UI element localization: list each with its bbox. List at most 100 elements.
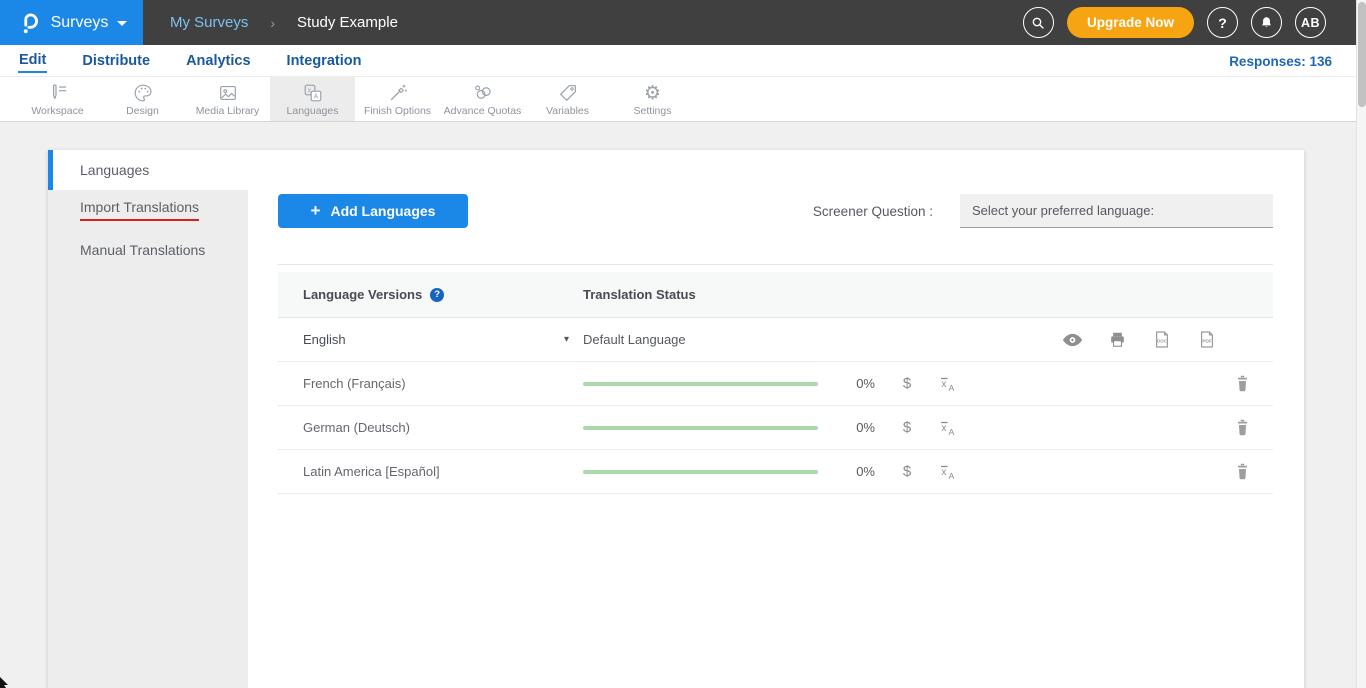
sidebar-item-label: Languages [80,162,149,178]
toolbar-item-settings[interactable]: ⚙ Settings [610,77,695,121]
user-avatar[interactable]: AB [1295,7,1326,38]
table-row-language: Latin America [Español] 0% $ x A [278,450,1273,494]
workspace-icon [46,82,70,104]
question-mark-icon: ? [1218,15,1227,31]
svg-text:DOC: DOC [1157,338,1168,343]
auto-translate-icon[interactable]: x A [937,373,959,395]
help-button[interactable]: ? [1207,7,1238,38]
export-doc-icon[interactable]: DOC [1152,329,1172,350]
table-row-language: German (Deutsch) 0% $ x A [278,406,1273,450]
toolbar-label: Variables [546,105,589,117]
product-switcher[interactable]: Surveys [0,0,143,45]
translation-status-header: Translation Status [583,287,696,302]
toolbar-label: Advance Quotas [444,105,522,117]
tab-distribute[interactable]: Distribute [81,49,151,72]
settings-icon: ⚙ [644,82,661,104]
export-pdf-icon[interactable]: PDF [1197,329,1217,350]
content-area: Languages Import Translations Manual Tra… [0,122,1366,688]
toolbar-label: Languages [287,105,339,117]
language-versions-header: Language Versions ? [278,287,583,302]
topbar-actions: Upgrade Now ? AB [1023,7,1366,38]
toolbar-item-advance-quotas[interactable]: Advance Quotas [440,77,525,121]
screener-question-select[interactable]: Select your preferred language: [960,194,1273,228]
design-icon [131,82,155,104]
chevron-down-icon [117,21,127,26]
sidebar-item-label: Import Translations [80,199,199,221]
breadcrumb-separator-icon: › [270,15,275,31]
card-main: + Add Languages Screener Question : Sele… [248,150,1304,494]
paid-translation-icon[interactable]: $ [897,419,917,436]
toolbar-item-media-library[interactable]: Media Library [185,77,270,121]
responses-count-link[interactable]: Responses: 136 [1229,45,1332,77]
product-label: Surveys [51,14,109,32]
languages-icon: x A [301,82,325,104]
screener-question-value: Select your preferred language: [972,203,1154,218]
default-language-status: Default Language [583,332,686,347]
finish-options-icon [386,82,410,104]
print-icon[interactable] [1108,330,1127,349]
search-button[interactable] [1023,7,1054,38]
languages-card: Languages Import Translations Manual Tra… [48,150,1304,688]
svg-text:x: x [941,379,946,390]
translation-percent: 0% [845,420,875,435]
notifications-button[interactable] [1251,7,1282,38]
auto-translate-icon[interactable]: x A [937,417,959,439]
toolbar-item-variables[interactable]: Variables [525,77,610,121]
svg-text:A: A [313,93,318,100]
trash-icon [1234,418,1251,437]
card-sidebar: Languages Import Translations Manual Tra… [48,150,248,688]
delete-language-button[interactable] [1234,374,1273,393]
chevron-down-icon: ▾ [564,334,569,345]
vertical-scrollbar[interactable] [1356,0,1366,688]
top-bar: Surveys My Surveys › Study Example Upgra… [0,0,1366,45]
search-icon [1030,15,1046,31]
breadcrumb-my-surveys[interactable]: My Surveys [170,14,248,31]
screener-question-label: Screener Question : [813,204,933,219]
svg-text:A: A [948,382,954,392]
sidebar-item-manual-translations[interactable]: Manual Translations [48,230,248,270]
delete-language-button[interactable] [1234,418,1273,437]
translation-progress-bar [583,426,818,430]
trash-icon [1234,462,1251,481]
toolbar-label: Design [126,105,159,117]
languages-table: Language Versions ? Translation Status E… [278,272,1273,494]
sidebar-item-languages[interactable]: Languages [48,150,248,190]
toolbar-label: Workspace [31,105,83,117]
scrollbar-thumb[interactable] [1358,2,1366,107]
svg-text:A: A [948,426,954,436]
toolbar-item-finish-options[interactable]: Finish Options [355,77,440,121]
section-divider [278,264,1273,265]
breadcrumb-current: Study Example [297,14,398,31]
toolbar-item-workspace[interactable]: Workspace [15,77,100,121]
default-language-dropdown[interactable]: English ▾ [278,332,583,347]
upgrade-now-button[interactable]: Upgrade Now [1067,7,1194,38]
trash-icon [1234,374,1251,393]
help-icon[interactable]: ? [430,288,444,302]
add-languages-label: Add Languages [330,203,435,219]
svg-text:x: x [941,467,946,478]
view-icon[interactable] [1062,333,1083,347]
paid-translation-icon[interactable]: $ [897,463,917,480]
add-languages-button[interactable]: + Add Languages [278,194,468,228]
paid-translation-icon[interactable]: $ [897,375,917,392]
language-name: German (Deutsch) [278,420,583,435]
svg-text:PDF: PDF [1202,338,1211,343]
tab-edit[interactable]: Edit [18,48,47,73]
auto-translate-icon[interactable]: x A [937,461,959,483]
tab-analytics[interactable]: Analytics [185,49,251,72]
mouse-cursor [0,676,10,688]
delete-language-button[interactable] [1234,462,1273,481]
translation-progress-bar [583,470,818,474]
section-tabs: Edit Distribute Analytics Integration Re… [0,45,1366,77]
top-row: + Add Languages Screener Question : Sele… [248,150,1304,228]
table-row-language: French (Français) 0% $ x A [278,362,1273,406]
tab-integration[interactable]: Integration [286,49,363,72]
toolbar-item-design[interactable]: Design [100,77,185,121]
toolbar-label: Finish Options [364,105,431,117]
breadcrumb: My Surveys › Study Example [170,14,398,31]
language-name: French (Français) [278,376,583,391]
sidebar-item-import-translations[interactable]: Import Translations [48,190,248,230]
language-versions-header-label: Language Versions [303,287,422,302]
toolbar-item-languages[interactable]: x A Languages [270,77,355,121]
default-language-name: English [303,332,346,347]
